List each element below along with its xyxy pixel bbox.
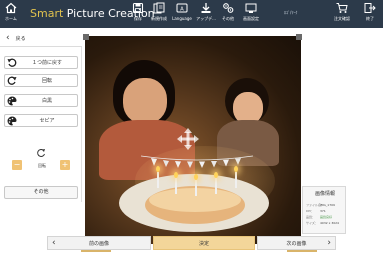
display-settings-label: 画面設定	[243, 16, 259, 21]
app-title-brand: Smart	[30, 7, 64, 20]
photo-candle	[235, 172, 237, 188]
image-info-title: 画像情報	[314, 191, 335, 197]
confirm-button[interactable]: 決定	[153, 236, 255, 250]
sepia-button[interactable]: セピア	[4, 114, 78, 127]
download-icon	[201, 3, 211, 13]
photo-flame	[194, 174, 198, 180]
order-confirm-label: 注文確認	[334, 16, 350, 21]
language-button[interactable]: A Language	[172, 2, 192, 21]
photo-flame	[214, 172, 218, 178]
rotate-label: 回転	[41, 78, 52, 84]
chevron-right-icon: ›	[327, 238, 331, 248]
photo-candle	[175, 178, 177, 194]
info-value: 371	[320, 209, 326, 213]
rotate-button[interactable]: 回転	[4, 74, 78, 87]
chevron-left-icon: ‹	[52, 238, 56, 248]
info-key: 品質：	[306, 215, 316, 219]
next-underline	[287, 250, 317, 252]
move-arrows-icon[interactable]	[177, 128, 199, 150]
other-menu-button[interactable]: その他	[220, 2, 236, 21]
cart-icon	[336, 3, 348, 13]
settings-icon	[223, 3, 234, 13]
next-image-label: 次の画像	[286, 241, 307, 247]
others-button[interactable]: その他	[4, 186, 78, 199]
crop-handle-top-left[interactable]	[83, 34, 89, 40]
rotate-arrow-icon	[37, 149, 45, 157]
info-key: ファイル名：	[306, 203, 325, 207]
logo-mark-label: ﾛｺﾞ/ﾏｰｸ	[284, 10, 298, 15]
other-menu-label: その他	[222, 16, 234, 21]
monochrome-label: 白黒	[41, 98, 52, 104]
info-value: 4032 x 3024	[320, 221, 339, 225]
monochrome-button[interactable]: 白黒	[4, 94, 78, 107]
undo-button[interactable]: １つ前に戻す	[4, 56, 78, 69]
info-key: サイズ：	[306, 221, 318, 225]
exit-button[interactable]: 終了	[362, 2, 378, 21]
new-document-label: 新規作成	[151, 16, 167, 21]
previous-image-label: 前の画像	[88, 241, 109, 247]
sepia-label: セピア	[39, 118, 55, 124]
confirm-label: 決定	[198, 241, 209, 247]
photo-candle	[195, 180, 197, 196]
photo-flame	[174, 172, 178, 178]
chevron-left-icon: ‹	[6, 33, 10, 43]
update-button[interactable]: アップデ...	[196, 2, 216, 21]
language-icon: A	[176, 3, 188, 13]
image-info-panel: 画像情報 ファイル名： IMG_1709 DPI： 371 品質： 画質良好 サ…	[302, 186, 346, 234]
home-button[interactable]: ホーム	[4, 2, 18, 21]
home-label: ホーム	[5, 16, 17, 21]
exit-label: 終了	[366, 16, 374, 21]
prev-underline	[81, 250, 111, 252]
photo-candle	[157, 172, 159, 188]
previous-image-button[interactable]: ‹ 前の画像	[47, 236, 151, 250]
info-value: 画質良好	[320, 215, 333, 219]
photo-flame	[234, 166, 238, 172]
info-row-dpi: DPI： 371	[306, 209, 346, 213]
info-row-filename: ファイル名： IMG_1709	[306, 203, 346, 207]
photo-candle	[215, 178, 217, 194]
crop-handle-top-right[interactable]	[296, 34, 302, 40]
undo-icon	[7, 58, 17, 67]
edit-tools-panel: ‹ 戻る １つ前に戻す 回転 白黒 セピア − 回転 + その他	[0, 30, 82, 202]
svg-text:A: A	[180, 6, 184, 12]
photo-flame	[156, 166, 160, 172]
palette-icon	[7, 116, 17, 125]
rotate-minus-button[interactable]: −	[12, 160, 22, 170]
palette-icon	[7, 96, 17, 105]
display-settings-icon	[245, 3, 257, 13]
rotate-icon	[7, 76, 17, 85]
language-label: Language	[172, 16, 192, 21]
info-value: IMG_1709	[320, 203, 335, 207]
back-label: 戻る	[15, 35, 26, 42]
rotate-stepper-label: 回転	[38, 163, 46, 168]
new-document-icon	[153, 2, 165, 14]
top-toolbar: ホーム Smart Picture Creation 保存 新規作成 A Lan…	[0, 0, 383, 28]
display-settings-button[interactable]: 画面設定	[242, 2, 260, 21]
info-key: DPI：	[306, 209, 315, 213]
undo-label: １つ前に戻す	[31, 60, 62, 66]
rotate-stepper: − 回転 +	[10, 148, 72, 178]
photo-girl-face	[123, 78, 167, 124]
update-label: アップデ...	[196, 16, 216, 21]
save-label: 保存	[134, 16, 142, 21]
rotate-plus-button[interactable]: +	[60, 160, 70, 170]
info-row-size: サイズ： 4032 x 3024	[306, 221, 346, 225]
info-row-quality: 品質： 画質良好	[306, 215, 346, 219]
back-button[interactable]: ‹ 戻る	[0, 30, 82, 47]
home-icon	[5, 2, 17, 14]
save-button[interactable]: 保存	[130, 2, 146, 21]
next-image-button[interactable]: 次の画像 ›	[257, 236, 336, 250]
new-document-button[interactable]: 新規作成	[150, 2, 168, 21]
app-window: ホーム Smart Picture Creation 保存 新規作成 A Lan…	[0, 0, 383, 257]
order-confirm-button[interactable]: 注文確認	[332, 2, 352, 21]
exit-icon	[364, 3, 376, 13]
bottom-navigation: ‹ 前の画像 決定 次の画像 ›	[47, 236, 336, 252]
save-icon	[132, 2, 144, 14]
